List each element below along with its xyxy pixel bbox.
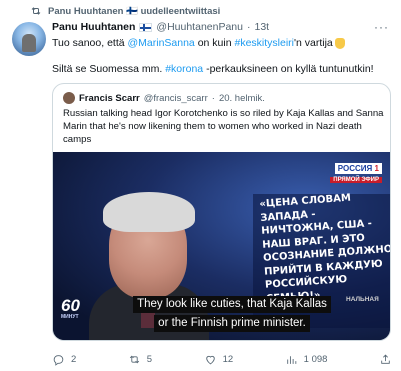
like-button[interactable]: 12 xyxy=(204,353,234,366)
quoted-tweet-header: Francis Scarr @francis_scarr · 20. helmi… xyxy=(63,92,265,104)
channel-logo-text: РОССИЯ xyxy=(337,164,373,173)
tweet-text: Siltä se Suomessa mm. xyxy=(52,63,166,75)
heart-icon xyxy=(205,355,215,364)
more-options-icon[interactable]: ··· xyxy=(374,20,389,34)
finland-flag-icon xyxy=(139,22,153,32)
tweet-header: Panu Huuhtanen @HuuhtanenPanu · 13t xyxy=(52,20,269,34)
retweet-icon xyxy=(129,355,139,363)
views-chart-icon xyxy=(286,355,296,364)
hashtag-link[interactable]: #korona xyxy=(165,63,203,75)
live-label: ПРЯМОЙ ЭФИР xyxy=(330,177,382,183)
share-button[interactable] xyxy=(379,353,392,366)
on-screen-quote-text: «ЦЕНА СЛОВАМ ЗАПАДА - НИЧТОЖНА, США - НА… xyxy=(259,192,390,305)
tweet-text: Tuo sanoo, että xyxy=(52,37,128,49)
mention-link[interactable]: @MarinSanna xyxy=(128,37,195,49)
reply-button[interactable]: 2 xyxy=(52,353,76,366)
reply-icon xyxy=(53,354,64,366)
views-button[interactable]: 1 098 xyxy=(285,353,328,366)
quoted-tweet-text: Russian talking head Igor Korotchenko is… xyxy=(63,108,384,145)
reply-count: 2 xyxy=(71,353,77,365)
show-badge: 60 МИНУТ xyxy=(61,296,80,320)
tweet-text: 'n vartija xyxy=(294,37,333,49)
quoted-author-name: Francis Scarr xyxy=(79,92,140,104)
subtitle-line-2: or the Finnish prime minister. xyxy=(154,315,310,332)
author-name[interactable]: Panu Huuhtanen xyxy=(52,21,135,33)
subtitle-fragment: НАЛЬНАЯ xyxy=(346,296,379,303)
pointing-down-emoji-icon xyxy=(334,37,345,49)
author-handle[interactable]: @HuuhtanenPanu xyxy=(156,21,243,33)
tweet-text-line-1: Tuo sanoo, että @MarinSanna on kuin #kes… xyxy=(52,37,345,50)
show-badge-number: 60 xyxy=(61,296,80,315)
channel-logo: РОССИЯ 1 ПРЯМОЙ ЭФИР xyxy=(330,158,382,183)
separator-dot: · xyxy=(246,21,251,33)
quoted-author-avatar xyxy=(63,92,75,104)
hashtag-link[interactable]: #keskitysleiri xyxy=(234,37,294,49)
video-subtitles: They look like cuties, that Kaja Kallas … xyxy=(102,294,362,332)
retweet-button[interactable]: 5 xyxy=(128,353,152,366)
retweet-icon xyxy=(31,7,41,15)
tweet-text-line-2: Siltä se Suomessa mm. #korona -perkauksi… xyxy=(52,63,374,76)
channel-logo-number: 1 xyxy=(374,164,379,173)
retweet-text: Panu Huuhtanen 🇫🇮 uudelleentwiittasi xyxy=(48,5,221,17)
quoted-timestamp: 20. helmik. xyxy=(218,92,265,104)
tweet-text: -perkauksineen on kyllä tuntunutkin! xyxy=(203,63,374,75)
show-badge-sub: МИНУТ xyxy=(61,314,79,320)
author-avatar[interactable] xyxy=(12,22,46,56)
subtitle-line-1: They look like cuties, that Kaja Kallas xyxy=(133,296,331,313)
separator-dot: · xyxy=(211,92,215,104)
share-icon xyxy=(381,354,390,364)
tweet-text: on kuin xyxy=(194,37,235,49)
views-count: 1 098 xyxy=(303,353,328,365)
tweet-timestamp[interactable]: 13t xyxy=(254,21,269,33)
tweet-action-bar: 2 5 12 1 098 xyxy=(52,351,392,367)
retweet-count: 5 xyxy=(146,353,153,365)
like-count: 12 xyxy=(222,353,234,365)
retweet-banner[interactable]: Panu Huuhtanen 🇫🇮 uudelleentwiittasi xyxy=(30,4,220,18)
quoted-author-handle: @francis_scarr xyxy=(143,92,208,104)
